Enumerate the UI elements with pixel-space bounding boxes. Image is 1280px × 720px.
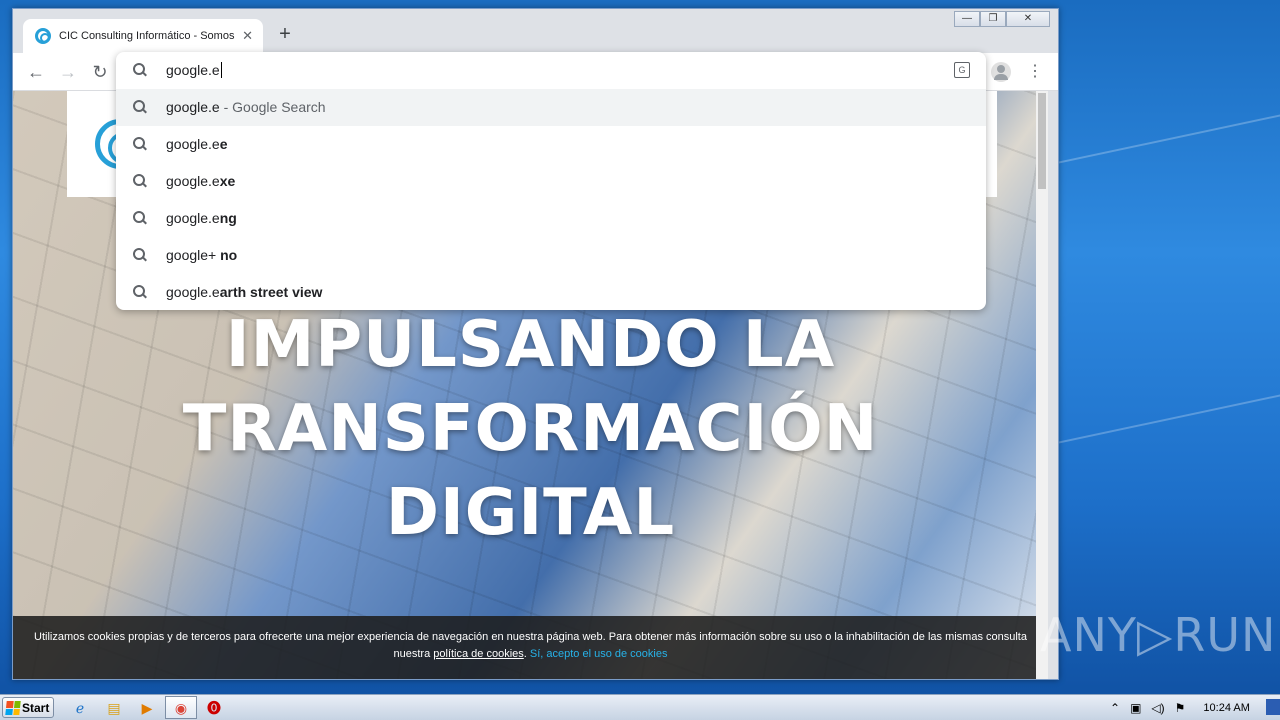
hero-heading: IMPULSANDO LA TRANSFORMACIÓN DIGITAL	[13, 303, 1048, 555]
suggestion-prefix: google.e	[166, 99, 220, 115]
search-icon	[133, 100, 147, 114]
site-favicon-icon	[35, 28, 51, 44]
hero-line: IMPULSANDO LA	[225, 308, 836, 382]
media-player-icon[interactable]: ▶	[137, 698, 157, 718]
network-icon[interactable]: ▣	[1130, 701, 1141, 715]
suggestion-prefix: google.e	[166, 173, 220, 189]
suggestion-completion: e	[219, 136, 228, 152]
search-icon	[133, 285, 147, 299]
search-icon	[133, 63, 147, 77]
omnibox-suggestion[interactable]: google.ee	[116, 126, 986, 163]
address-input: google.e	[166, 62, 222, 78]
omnibox-suggestion[interactable]: google+ no	[116, 237, 986, 274]
system-tray: ⌃ ▣ ◁) ⚑ 10:24 AM	[1104, 695, 1280, 720]
anyrun-watermark: ANY▷RUN	[1040, 608, 1277, 662]
omnibox-suggestion[interactable]: google.eng	[116, 200, 986, 237]
cookie-policy-link[interactable]: política de cookies	[433, 648, 524, 660]
omnibox-suggestion[interactable]: google.earth street view	[116, 274, 986, 310]
suggestion-prefix: google.e	[166, 136, 220, 152]
suggestion-label: google.e - Google Search	[166, 99, 326, 115]
profile-avatar-icon[interactable]	[991, 62, 1011, 82]
window-controls: — ❐ ✕	[954, 11, 1050, 27]
tab-title: CIC Consulting Informático - Somos I	[59, 30, 237, 42]
address-bar[interactable]: google.e G	[116, 52, 986, 89]
chrome-taskbar-button[interactable]: ◉	[165, 696, 197, 719]
file-explorer-icon[interactable]: ▤	[104, 698, 124, 718]
suggestion-label: google+ no	[166, 247, 237, 263]
chrome-icon: ◉	[174, 700, 188, 716]
new-tab-button[interactable]: +	[275, 24, 295, 45]
omnibox-suggestion[interactable]: google.e - Google Search	[116, 89, 986, 126]
hero-line: TRANSFORMACIÓN	[182, 392, 879, 466]
omnibox-suggestion[interactable]: google.exe	[116, 163, 986, 200]
translate-icon[interactable]: G	[954, 62, 970, 78]
cookie-banner: Utilizamos cookies propias y de terceros…	[13, 616, 1048, 679]
suggestion-label: google.earth street view	[166, 284, 322, 300]
suggestion-prefix: google.e	[166, 284, 220, 300]
scrollbar-thumb[interactable]	[1038, 93, 1046, 189]
windows-logo-icon	[5, 700, 21, 715]
suggestion-completion: ng	[219, 210, 237, 226]
address-input-value[interactable]: google.e	[166, 62, 220, 78]
text-caret	[220, 62, 222, 78]
taskbar: Start ℯ ▤ ▶ ◉ ⓿ ⌃ ▣ ◁) ⚑ 10:24 AM	[0, 694, 1280, 720]
show-desktop-button[interactable]	[1266, 699, 1280, 715]
browser-tab[interactable]: CIC Consulting Informático - Somos I ✕	[23, 19, 263, 53]
suggestion-prefix: google+	[166, 247, 221, 263]
suggestion-completion: xe	[219, 173, 236, 189]
suggestion-prefix: google.e	[166, 210, 220, 226]
desktop-glare	[1040, 394, 1280, 448]
tab-close-icon[interactable]: ✕	[242, 28, 253, 44]
suggestion-label: google.exe	[166, 173, 235, 189]
security-alert-icon[interactable]: ⓿	[204, 698, 224, 718]
tab-strip: CIC Consulting Informático - Somos I ✕ +…	[13, 9, 1058, 53]
suggestion-suffix: - Google Search	[219, 99, 326, 115]
back-arrow-icon[interactable]: ←	[25, 61, 47, 83]
start-label: Start	[22, 700, 50, 715]
search-icon	[133, 248, 147, 262]
page-scrollbar[interactable]	[1036, 91, 1048, 679]
forward-arrow-icon[interactable]: →	[57, 61, 79, 83]
start-button[interactable]: Start	[2, 697, 54, 718]
suggestion-completion: no	[220, 247, 238, 263]
clock[interactable]: 10:24 AM	[1203, 702, 1249, 714]
maximize-button[interactable]: ❐	[980, 11, 1006, 27]
search-icon	[133, 211, 147, 225]
reload-icon[interactable]: ↻	[89, 61, 111, 83]
close-window-button[interactable]: ✕	[1006, 11, 1050, 27]
suggestion-completion: arth street view	[219, 284, 323, 300]
search-icon	[133, 137, 147, 151]
suggestion-label: google.ee	[166, 136, 228, 152]
search-icon	[133, 174, 147, 188]
desktop-glare	[1040, 114, 1280, 168]
volume-icon[interactable]: ◁)	[1151, 701, 1164, 715]
internet-explorer-icon[interactable]: ℯ	[70, 698, 90, 718]
accept-cookies-link[interactable]: Sí, acepto el uso de cookies	[530, 648, 668, 660]
hero-line: DIGITAL	[385, 476, 676, 550]
omnibox-dropdown: google.e G google.e - Google Search googl…	[116, 52, 986, 310]
action-center-flag-icon[interactable]: ⚑	[1175, 701, 1186, 715]
minimize-button[interactable]: —	[954, 11, 980, 27]
suggestion-label: google.eng	[166, 210, 237, 226]
menu-kebab-icon[interactable]: ⋮	[1025, 62, 1045, 82]
show-hidden-icons-icon[interactable]: ⌃	[1110, 701, 1120, 715]
